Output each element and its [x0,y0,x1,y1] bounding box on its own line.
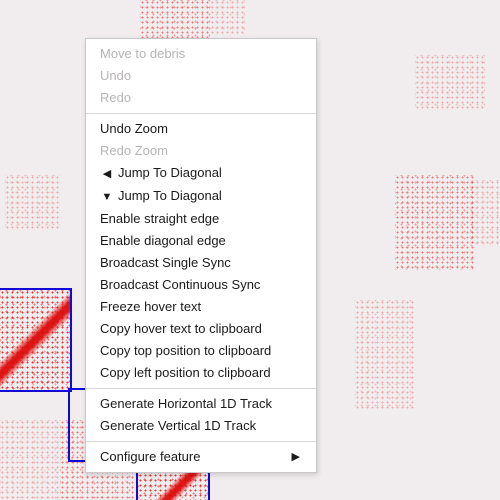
heatmap-region [210,0,245,35]
menu-item-broadcast-continuous-sync[interactable]: Broadcast Continuous Sync [86,274,316,296]
menu-item-label: Jump To Diagonal [118,165,222,180]
heatmap-region [355,300,415,410]
menu-item-generate-vertical-track[interactable]: Generate Vertical 1D Track [86,415,316,437]
menu-item-copy-hover-text[interactable]: Copy hover text to clipboard [86,318,316,340]
menu-item-enable-diagonal-edge[interactable]: Enable diagonal edge [86,230,316,252]
menu-item-copy-top-position[interactable]: Copy top position to clipboard [86,340,316,362]
left-triangle-icon: ◀ [100,165,114,183]
heatmap-region [0,420,60,500]
menu-item-copy-left-position[interactable]: Copy left position to clipboard [86,362,316,384]
menu-item-enable-straight-edge[interactable]: Enable straight edge [86,208,316,230]
menu-item-generate-horizontal-track[interactable]: Generate Horizontal 1D Track [86,393,316,415]
menu-item-configure-feature[interactable]: Configure feature ▶ [86,446,316,468]
menu-separator [86,388,316,389]
menu-item-broadcast-single-sync[interactable]: Broadcast Single Sync [86,252,316,274]
heatmap-region [5,175,60,230]
menu-separator [86,441,316,442]
heatmap-region [415,55,485,110]
menu-item-undo: Undo [86,65,316,87]
heatmap-region [470,180,500,245]
menu-item-redo-zoom: Redo Zoom [86,140,316,162]
genome-heatmap-canvas[interactable]: Move to debris Undo Redo Undo Zoom Redo … [0,0,500,500]
menu-separator [86,113,316,114]
menu-item-undo-zoom[interactable]: Undo Zoom [86,118,316,140]
submenu-arrow-icon: ▶ [292,448,302,466]
down-triangle-icon: ▼ [100,188,114,206]
context-menu: Move to debris Undo Redo Undo Zoom Redo … [85,38,317,473]
menu-item-redo: Redo [86,87,316,109]
menu-item-jump-diagonal-down[interactable]: ▼ Jump To Diagonal [86,185,316,208]
heatmap-region [395,175,475,270]
menu-item-jump-diagonal-left[interactable]: ◀ Jump To Diagonal [86,162,316,185]
menu-item-label: Jump To Diagonal [118,188,222,203]
menu-item-move-to-debris: Move to debris [86,43,316,65]
selection-box[interactable] [0,288,72,392]
menu-item-label: Configure feature [100,448,200,466]
menu-item-freeze-hover-text[interactable]: Freeze hover text [86,296,316,318]
